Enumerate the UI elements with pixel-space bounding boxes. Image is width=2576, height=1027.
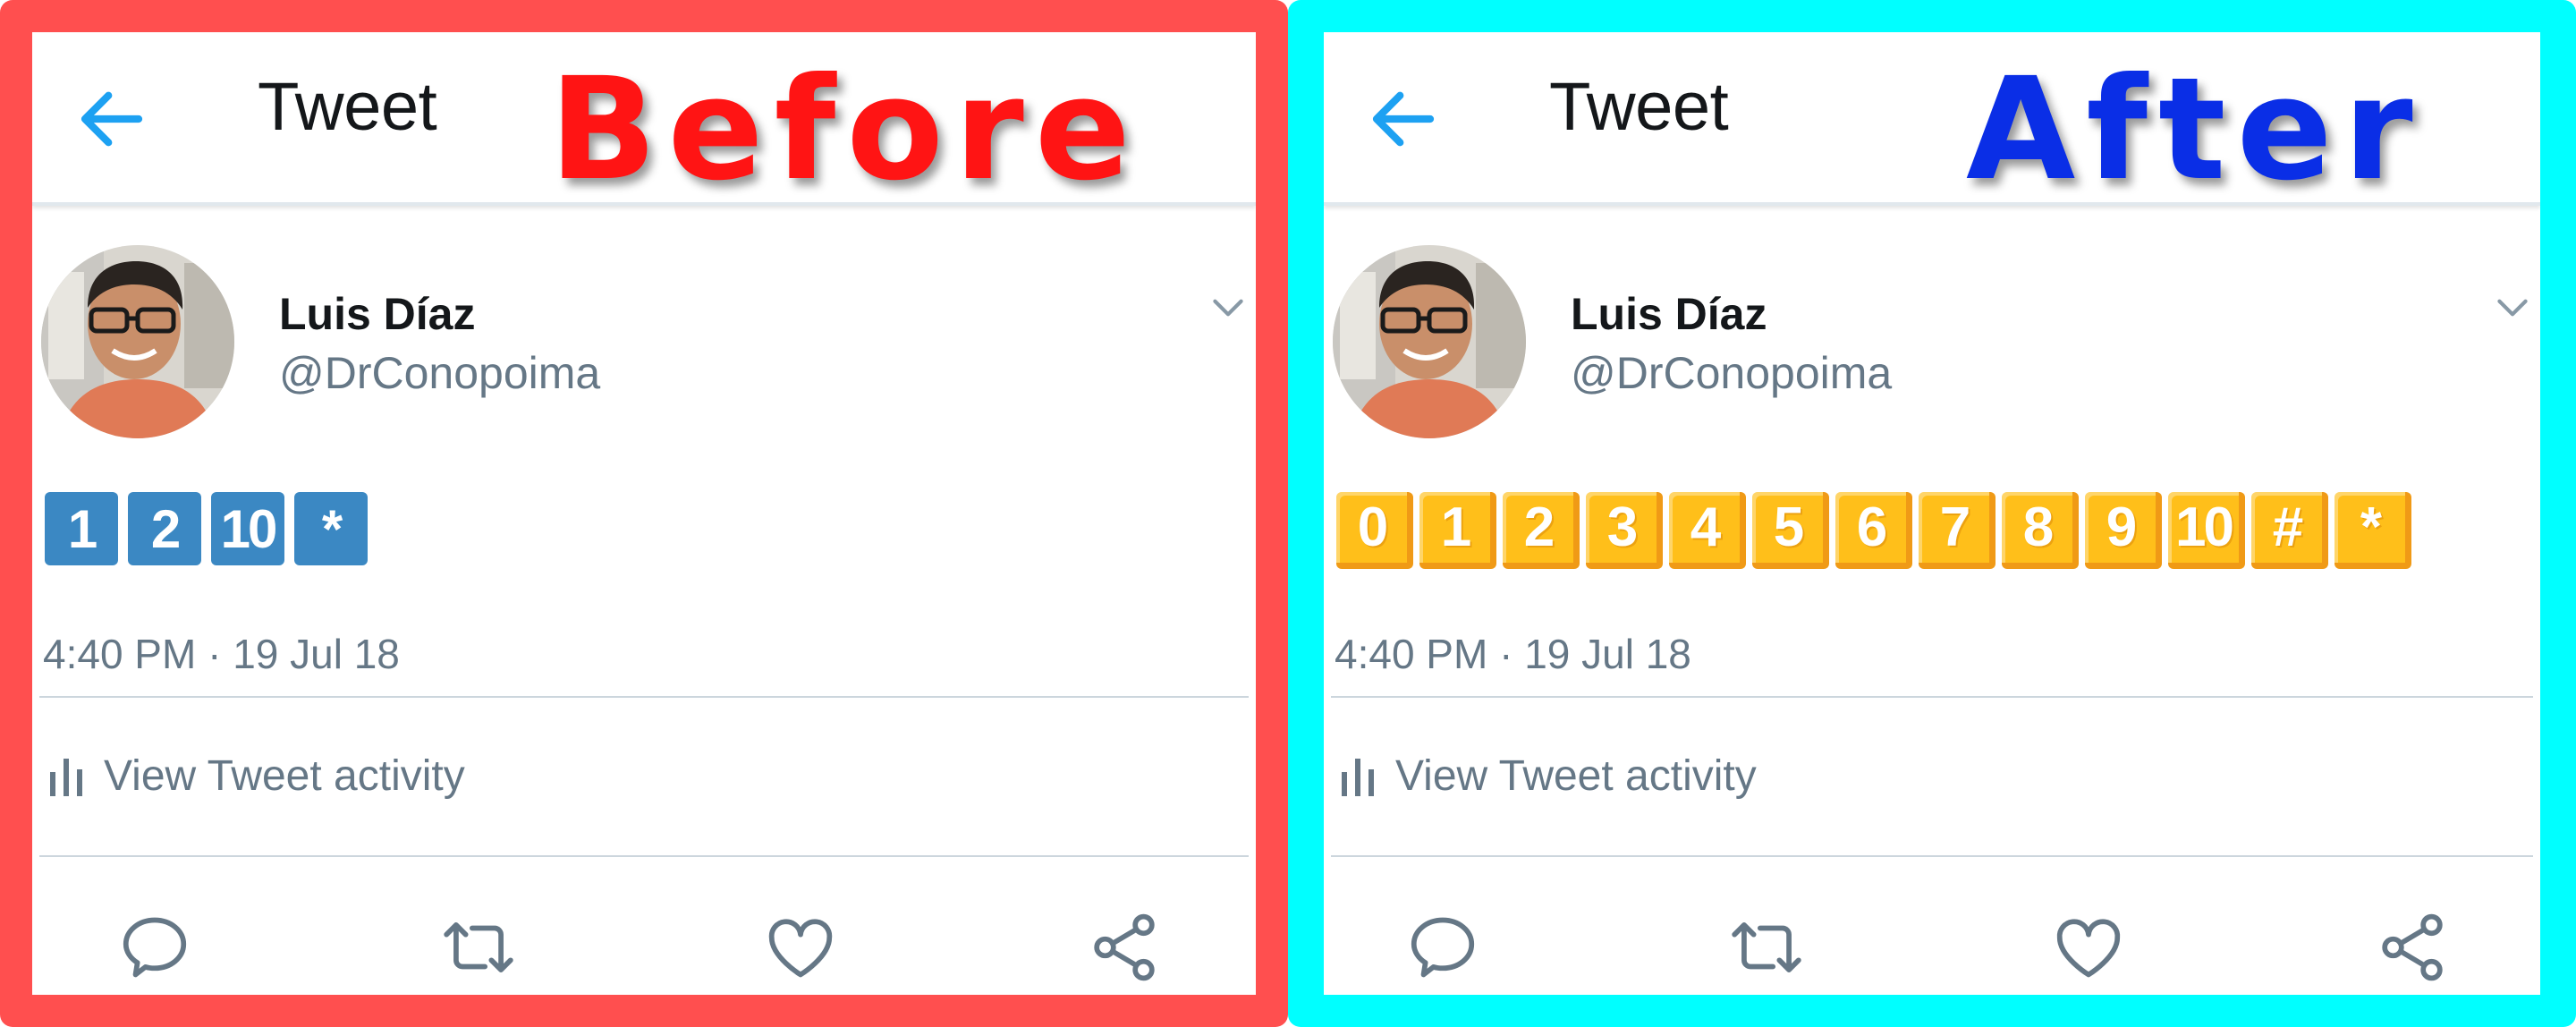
- top-app-bar: Tweet Before: [32, 32, 1256, 206]
- divider: [39, 696, 1249, 698]
- keycap-emoji-row: 1 2 10 *: [45, 492, 377, 565]
- like-icon[interactable]: [762, 909, 839, 986]
- tweet-timestamp: 4:40 PM · 19 Jul 18: [43, 631, 400, 677]
- keycap-emoji: 7: [1919, 492, 1996, 569]
- avatar[interactable]: [41, 245, 234, 438]
- bar-chart-icon[interactable]: [1342, 759, 1374, 796]
- avatar[interactable]: [1333, 245, 1526, 438]
- tweet-timestamp: 4:40 PM · 19 Jul 18: [1335, 631, 1691, 677]
- keycap-emoji: 2: [128, 492, 201, 565]
- share-icon[interactable]: [1086, 909, 1163, 986]
- divider: [39, 855, 1249, 857]
- divider: [1331, 855, 2533, 857]
- page-title: Tweet: [258, 69, 437, 145]
- user-handle[interactable]: @DrConopoima: [1571, 347, 1892, 399]
- chevron-down-icon[interactable]: [2490, 284, 2535, 329]
- before-tweet-screen: Tweet Before Luis Díaz @DrConopoima 1 2 …: [32, 32, 1256, 995]
- share-icon[interactable]: [2374, 909, 2451, 986]
- after-label: After: [1966, 47, 2424, 212]
- user-handle[interactable]: @DrConopoima: [279, 347, 600, 399]
- avatar-photo: [1333, 245, 1526, 438]
- divider: [1331, 696, 2533, 698]
- chevron-down-icon[interactable]: [1206, 284, 1250, 329]
- keycap-emoji: 1: [45, 492, 118, 565]
- user-name[interactable]: Luis Díaz: [1571, 288, 1767, 340]
- user-name[interactable]: Luis Díaz: [279, 288, 475, 340]
- avatar-photo: [41, 245, 234, 438]
- keycap-emoji: #: [2251, 492, 2328, 569]
- like-icon[interactable]: [2050, 909, 2127, 986]
- bar-chart-icon[interactable]: [50, 759, 82, 796]
- keycap-emoji-row: 0 1 2 3 4 5 6 7 8 9 10 # *: [1336, 492, 2418, 569]
- keycap-emoji: 1: [1419, 492, 1496, 569]
- reply-icon[interactable]: [1404, 909, 1481, 986]
- page-title: Tweet: [1549, 69, 1729, 145]
- back-arrow-icon[interactable]: [1363, 79, 1444, 159]
- retweet-icon[interactable]: [440, 909, 517, 986]
- back-arrow-icon[interactable]: [72, 79, 152, 159]
- reply-icon[interactable]: [116, 909, 193, 986]
- top-app-bar: Tweet After: [1324, 32, 2540, 206]
- keycap-emoji: 2: [1503, 492, 1580, 569]
- keycap-emoji: 4: [1669, 492, 1746, 569]
- keycap-emoji: 0: [1336, 492, 1413, 569]
- keycap-emoji: *: [294, 492, 368, 565]
- after-tweet-screen: Tweet After Luis Díaz @DrConopoima 0 1 2…: [1324, 32, 2540, 995]
- after-panel: Tweet After Luis Díaz @DrConopoima 0 1 2…: [1288, 0, 2576, 1027]
- before-label: Before: [549, 47, 1141, 212]
- keycap-emoji: 9: [2085, 492, 2162, 569]
- keycap-emoji: 5: [1752, 492, 1829, 569]
- view-tweet-activity-link[interactable]: View Tweet activity: [1395, 751, 1757, 801]
- keycap-emoji: 10: [2168, 492, 2245, 569]
- view-tweet-activity-link[interactable]: View Tweet activity: [104, 751, 465, 801]
- keycap-emoji: *: [2334, 492, 2411, 569]
- keycap-emoji: 3: [1586, 492, 1663, 569]
- keycap-emoji: 6: [1835, 492, 1912, 569]
- retweet-icon[interactable]: [1728, 909, 1805, 986]
- keycap-emoji: 8: [2002, 492, 2079, 569]
- before-panel: Tweet Before Luis Díaz @DrConopoima 1 2 …: [0, 0, 1288, 1027]
- keycap-emoji: 10: [211, 492, 284, 565]
